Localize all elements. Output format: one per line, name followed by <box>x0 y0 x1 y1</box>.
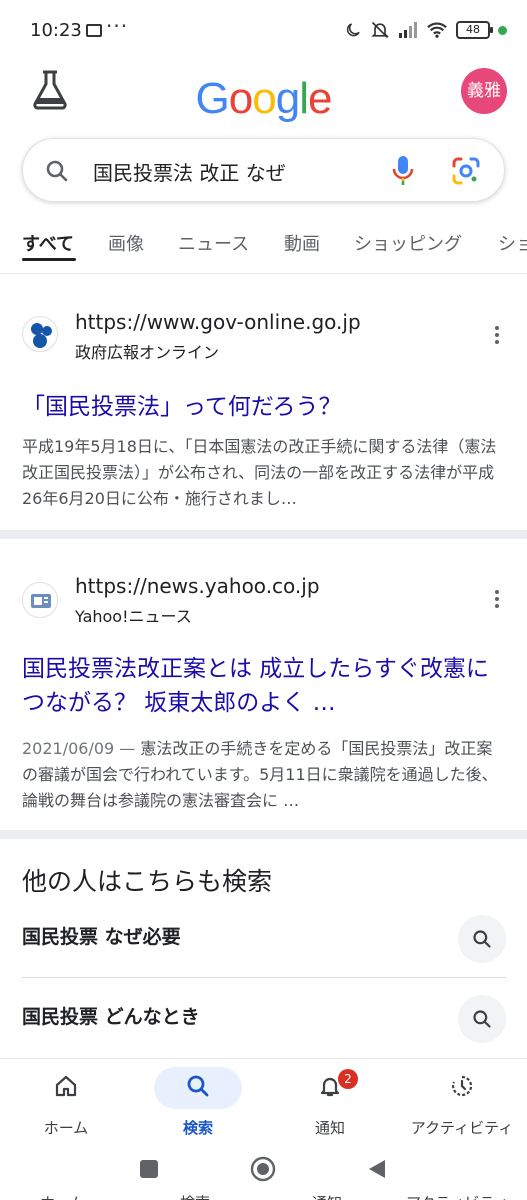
logo-letter: e <box>307 74 333 123</box>
tab-shopping[interactable]: ショッピング <box>354 230 462 256</box>
result-site-name: Yahoo!ニュース <box>75 607 192 626</box>
history-icon <box>451 1075 473 1097</box>
nav-notifications-label: 通知 <box>314 1119 345 1137</box>
more-options-icon[interactable] <box>495 326 501 347</box>
result-snippet-text: 平成19年5月18日に、「日本国憲法の改正手続に関する法律（憲法改正国民投票法）… <box>22 437 497 508</box>
gov-online-favicon <box>22 316 58 352</box>
nav-search[interactable]: 検索 <box>132 1059 264 1151</box>
google-lens-icon[interactable] <box>451 156 481 186</box>
sim-card-icon <box>86 24 102 37</box>
home-button-icon[interactable] <box>250 1156 276 1182</box>
logo-letter: g <box>275 74 301 123</box>
notification-badge: 2 <box>338 1069 358 1089</box>
battery-icon: 48 <box>456 21 493 39</box>
wifi-icon <box>427 22 447 38</box>
related-search-label: 国民投票 どんなとき <box>22 1006 200 1028</box>
result-divider <box>0 530 527 539</box>
more-notifications-icon: ··· <box>106 14 129 38</box>
nav-activity-label: アクティビティ <box>410 1119 514 1137</box>
search-icon <box>46 160 68 182</box>
search-input[interactable]: 国民投票法 改正 なぜ <box>93 157 286 186</box>
status-icons: 48 <box>344 18 507 42</box>
status-bar: 10:23 ··· 48 <box>0 0 527 64</box>
result-title-link[interactable]: 国民投票法改正案とは 成立したらすぐ改憲につながる？ 坂東太郎のよく … <box>22 652 508 720</box>
search-result: https://news.yahoo.co.jp Yahoo!ニュース 国民投票… <box>0 540 527 830</box>
search-result: https://www.gov-online.go.jp 政府広報オンライン 「… <box>0 276 527 526</box>
more-options-icon[interactable] <box>495 590 501 611</box>
nav-notifications[interactable]: 2 通知 <box>264 1059 396 1151</box>
search-tabs: すべて 画像 ニュース 動画 ショッピング ショ <box>0 222 527 274</box>
nav-activity[interactable]: アクティビティ <box>396 1059 527 1151</box>
status-time: 10:23 <box>30 20 82 41</box>
related-search-item[interactable]: 国民投票 なぜ必要 <box>22 898 506 978</box>
result-snippet: 2021/06/09 — 憲法改正の手続きを定める「国民投票法」改正案の審議が国… <box>22 736 508 814</box>
system-navigation-bar: ホーム 検索 通知 アクティビティ <box>0 1150 527 1200</box>
tab-images[interactable]: 画像 <box>108 230 144 256</box>
moon-icon <box>346 23 360 37</box>
account-avatar[interactable]: 義雅 <box>461 68 507 114</box>
result-snippet: 平成19年5月18日に、「日本国憲法の改正手続に関する法律（憲法改正国民投票法）… <box>22 434 508 512</box>
logo-letter: o <box>252 74 277 123</box>
tab-videos[interactable]: 動画 <box>284 230 320 256</box>
recents-button-icon[interactable] <box>138 1158 160 1180</box>
tab-all[interactable]: すべて <box>22 230 74 256</box>
result-date: 2021/06/09 — <box>22 739 141 758</box>
nav-home-label: ホーム <box>43 1119 89 1137</box>
yahoo-news-favicon <box>22 582 58 618</box>
related-search-button[interactable] <box>458 915 506 963</box>
result-site-name: 政府広報オンライン <box>75 343 220 362</box>
google-logo: Google <box>0 74 527 124</box>
search-bar[interactable]: 国民投票法 改正 なぜ <box>22 138 505 202</box>
related-search-label: 国民投票 なぜ必要 <box>22 926 181 948</box>
search-icon <box>187 1075 209 1097</box>
result-url[interactable]: https://news.yahoo.co.jp <box>75 574 320 598</box>
ghost-nav-label: ホーム <box>40 1192 85 1200</box>
related-searches-heading: 他の人はこちらも検索 <box>22 867 273 896</box>
home-icon <box>55 1075 77 1097</box>
app-header: Google 義雅 <box>0 64 527 134</box>
bottom-navigation: ホーム 検索 2 通知 アクティビティ <box>0 1058 527 1150</box>
nav-home[interactable]: ホーム <box>0 1059 132 1151</box>
logo-letter: o <box>228 74 254 123</box>
related-search-button[interactable] <box>458 995 506 1043</box>
ghost-nav-label: 通知 <box>312 1192 342 1200</box>
back-button-icon[interactable] <box>366 1158 388 1180</box>
nav-search-label: 検索 <box>182 1119 213 1137</box>
logo-letter: G <box>195 74 230 123</box>
microphone-icon[interactable] <box>391 154 415 188</box>
search-icon <box>473 930 491 948</box>
ghost-nav-label: 検索 <box>180 1192 210 1200</box>
ghost-nav-label: アクティビティ <box>406 1192 508 1200</box>
bell-muted-icon <box>371 21 389 39</box>
search-icon <box>473 1010 491 1028</box>
privacy-indicator-dot <box>498 25 507 35</box>
result-url[interactable]: https://www.gov-online.go.jp <box>75 310 361 334</box>
logo-letter: l <box>299 74 309 123</box>
tab-news[interactable]: ニュース <box>178 230 249 256</box>
related-search-item[interactable]: 国民投票 どんなとき <box>22 978 506 1058</box>
tab-overflow[interactable]: ショ <box>498 230 527 256</box>
active-tab-indicator <box>22 258 76 261</box>
result-divider <box>0 830 527 839</box>
signal-icon <box>399 22 417 38</box>
result-title-link[interactable]: 「国民投票法」って何だろう？ <box>22 390 508 424</box>
